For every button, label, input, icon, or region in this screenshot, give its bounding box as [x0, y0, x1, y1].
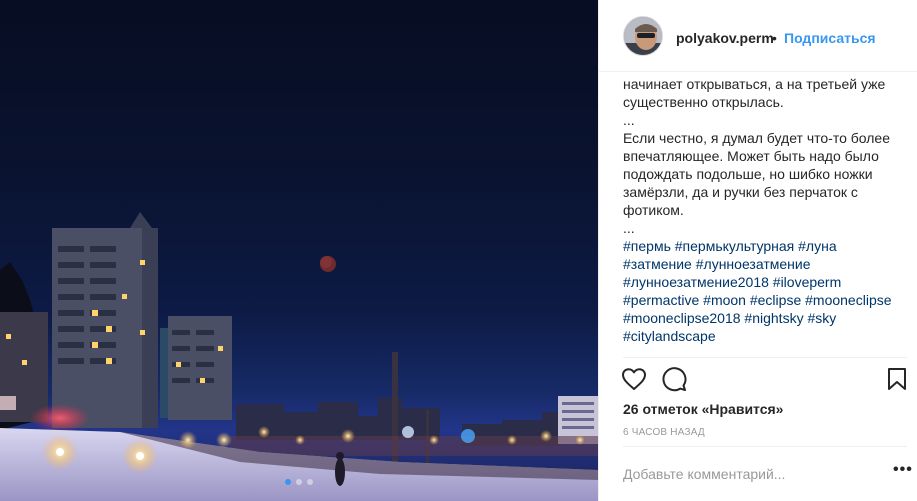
- mid-building: [160, 316, 232, 420]
- hashtag-list: #пермь #пермькультурная #луна #затмение …: [623, 237, 903, 345]
- save-button[interactable]: [880, 362, 914, 396]
- bookmark-icon: [888, 368, 906, 390]
- more-options-icon[interactable]: •••: [893, 462, 913, 484]
- hashtag-link[interactable]: #sky: [807, 310, 836, 326]
- divider: [623, 446, 907, 447]
- comment-input[interactable]: [623, 463, 873, 485]
- hashtag-link[interactable]: #iloveperm: [773, 274, 841, 290]
- tall-building: [52, 212, 158, 428]
- comment-bubble-icon: [662, 367, 687, 392]
- post-actions: [615, 362, 915, 396]
- heart-icon: [622, 368, 646, 390]
- username-link[interactable]: polyakov.perm: [676, 30, 774, 46]
- caption-line: ...: [623, 220, 635, 236]
- hashtag-link[interactable]: #moon: [703, 292, 746, 308]
- hashtag-link[interactable]: #mooneclipse: [805, 292, 891, 308]
- caption-line: ...: [623, 112, 635, 128]
- avatar[interactable]: [623, 16, 663, 56]
- carousel-dot[interactable]: [307, 479, 313, 485]
- hashtag-link[interactable]: #лунноезатмение: [696, 256, 811, 272]
- header-separator: •: [772, 30, 777, 46]
- carousel-indicator: [0, 479, 598, 485]
- caption-line: Если честно, я думал будет что-то более …: [623, 130, 891, 218]
- hashtag-link[interactable]: #eclipse: [750, 292, 801, 308]
- hashtag-link[interactable]: #луна: [798, 238, 836, 254]
- like-button[interactable]: [617, 362, 651, 396]
- hashtag-link[interactable]: #пермькультурная: [675, 238, 795, 254]
- likes-count[interactable]: 26 отметок «Нравится»: [623, 401, 783, 417]
- avatar-image: [624, 17, 662, 55]
- carousel-dot[interactable]: [285, 479, 291, 485]
- post-header: polyakov.perm • Подписаться: [599, 0, 917, 72]
- post-caption: начинает открываться, а на третьей уже с…: [623, 75, 903, 345]
- hashtag-link[interactable]: #nightsky: [744, 310, 803, 326]
- hashtag-link[interactable]: #mooneclipse2018: [623, 310, 741, 326]
- hashtag-link[interactable]: #пермь: [623, 238, 671, 254]
- caption-line: начинает открываться, а на третьей уже с…: [623, 76, 886, 110]
- post-sidebar: polyakov.perm • Подписаться начинает отк…: [598, 0, 917, 501]
- hashtag-link[interactable]: #затмение: [623, 256, 692, 272]
- hashtag-link[interactable]: #permactive: [623, 292, 699, 308]
- post-photo[interactable]: [0, 0, 598, 501]
- carousel-dot[interactable]: [296, 479, 302, 485]
- divider: [623, 357, 907, 358]
- hashtag-link[interactable]: #citylandscape: [623, 328, 716, 344]
- post-timestamp[interactable]: 6 ЧАСОВ НАЗАД: [623, 427, 705, 438]
- comment-button[interactable]: [657, 362, 691, 396]
- night-city-image: [0, 212, 598, 501]
- hashtag-link[interactable]: #лунноезатмение2018: [623, 274, 769, 290]
- follow-button[interactable]: Подписаться: [784, 30, 876, 46]
